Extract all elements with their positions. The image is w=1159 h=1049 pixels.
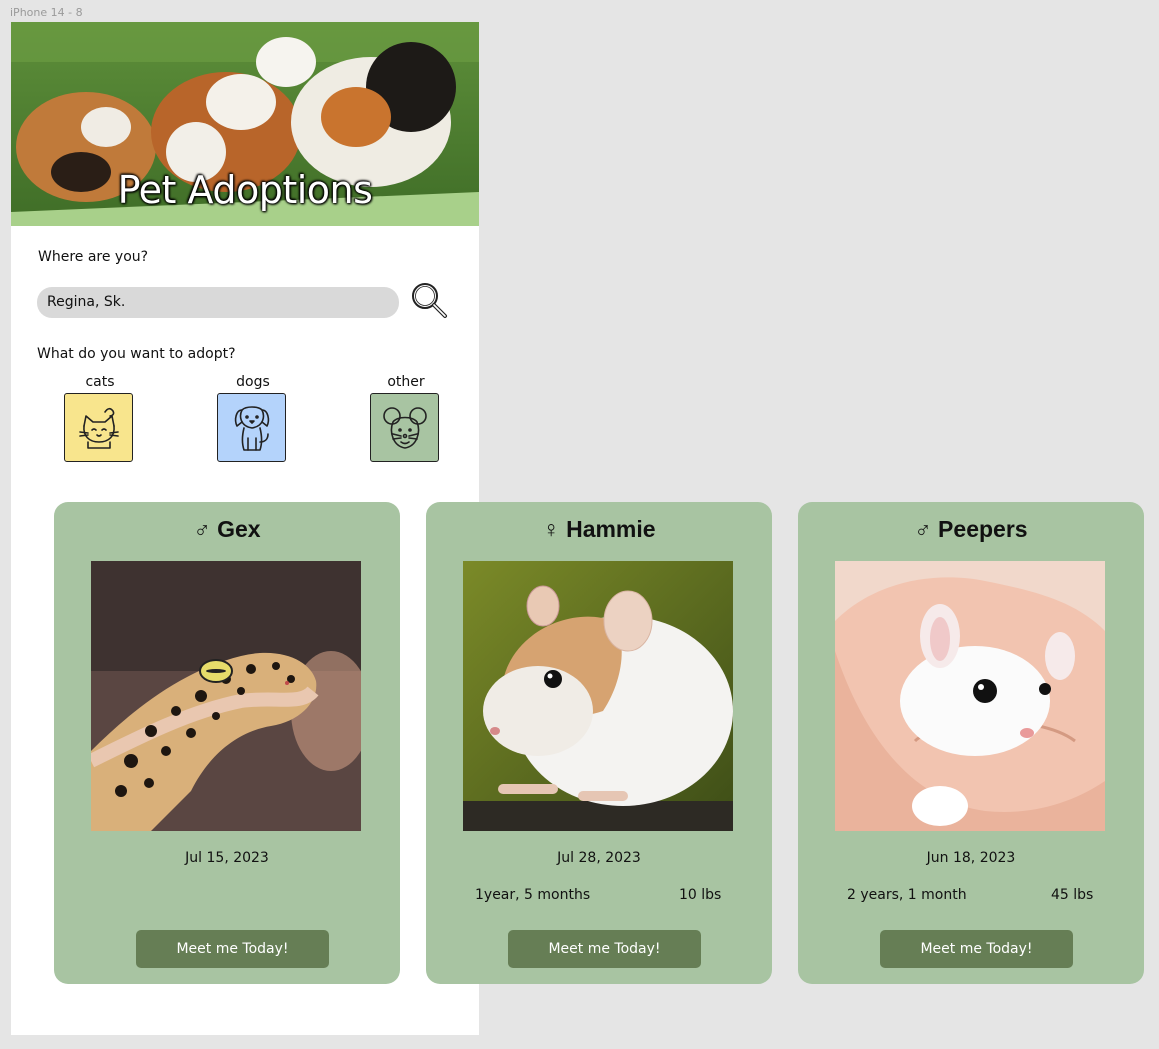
pet-photo-mouse [835, 561, 1105, 831]
pet-card-hammie[interactable]: ♀ Hammie Jul 28, 2023 1year, 5 months 10 [426, 502, 772, 984]
hero-banner: Pet Adoptions [11, 22, 479, 226]
pet-name-title: ♂ Gex [193, 516, 261, 542]
pet-name-title: ♂ Peepers [914, 516, 1028, 542]
pet-weight: 45 lbs [1051, 887, 1094, 903]
dog-icon [234, 405, 269, 451]
pet-date: Jun 18, 2023 [926, 850, 1016, 866]
category-other-button[interactable] [370, 393, 439, 462]
cat-icon [78, 407, 119, 449]
category-cats-button[interactable] [64, 393, 133, 462]
category-label-dogs: dogs [236, 374, 270, 390]
meet-button[interactable]: Meet me Today! [880, 930, 1073, 968]
mouse-icon [382, 406, 427, 449]
pet-weight: 10 lbs [679, 887, 722, 903]
category-dogs-button[interactable] [217, 393, 286, 462]
pet-age: 2 years, 1 month [847, 887, 967, 903]
category-label-cats: cats [85, 374, 115, 390]
pet-card-gex[interactable]: ♂ Gex Jul 15, 2023 Meet me Today! [54, 502, 400, 984]
meet-button[interactable]: Meet me Today! [136, 930, 329, 968]
pet-photo-hamster [463, 561, 733, 831]
page-title: Pet Adoptions [117, 168, 373, 212]
pet-name-title: ♀ Hammie [542, 516, 656, 542]
search-button[interactable] [409, 280, 449, 324]
adopt-question: What do you want to adopt? [37, 346, 236, 362]
location-input[interactable]: Regina, Sk. [37, 287, 399, 318]
category-label-other: other [387, 374, 425, 390]
pet-card-peepers[interactable]: ♂ Peepers Jun 18, 2023 2 years, 1 month … [798, 502, 1144, 984]
location-question: Where are you? [38, 249, 149, 265]
pet-date: Jul 28, 2023 [557, 850, 641, 866]
meet-button[interactable]: Meet me Today! [508, 930, 701, 968]
pet-date: Jul 15, 2023 [185, 850, 269, 866]
magnifier-icon [412, 283, 447, 318]
pet-photo-gecko [91, 561, 361, 831]
pet-age: 1year, 5 months [475, 887, 591, 903]
frame-label: iPhone 14 - 8 [10, 6, 83, 19]
